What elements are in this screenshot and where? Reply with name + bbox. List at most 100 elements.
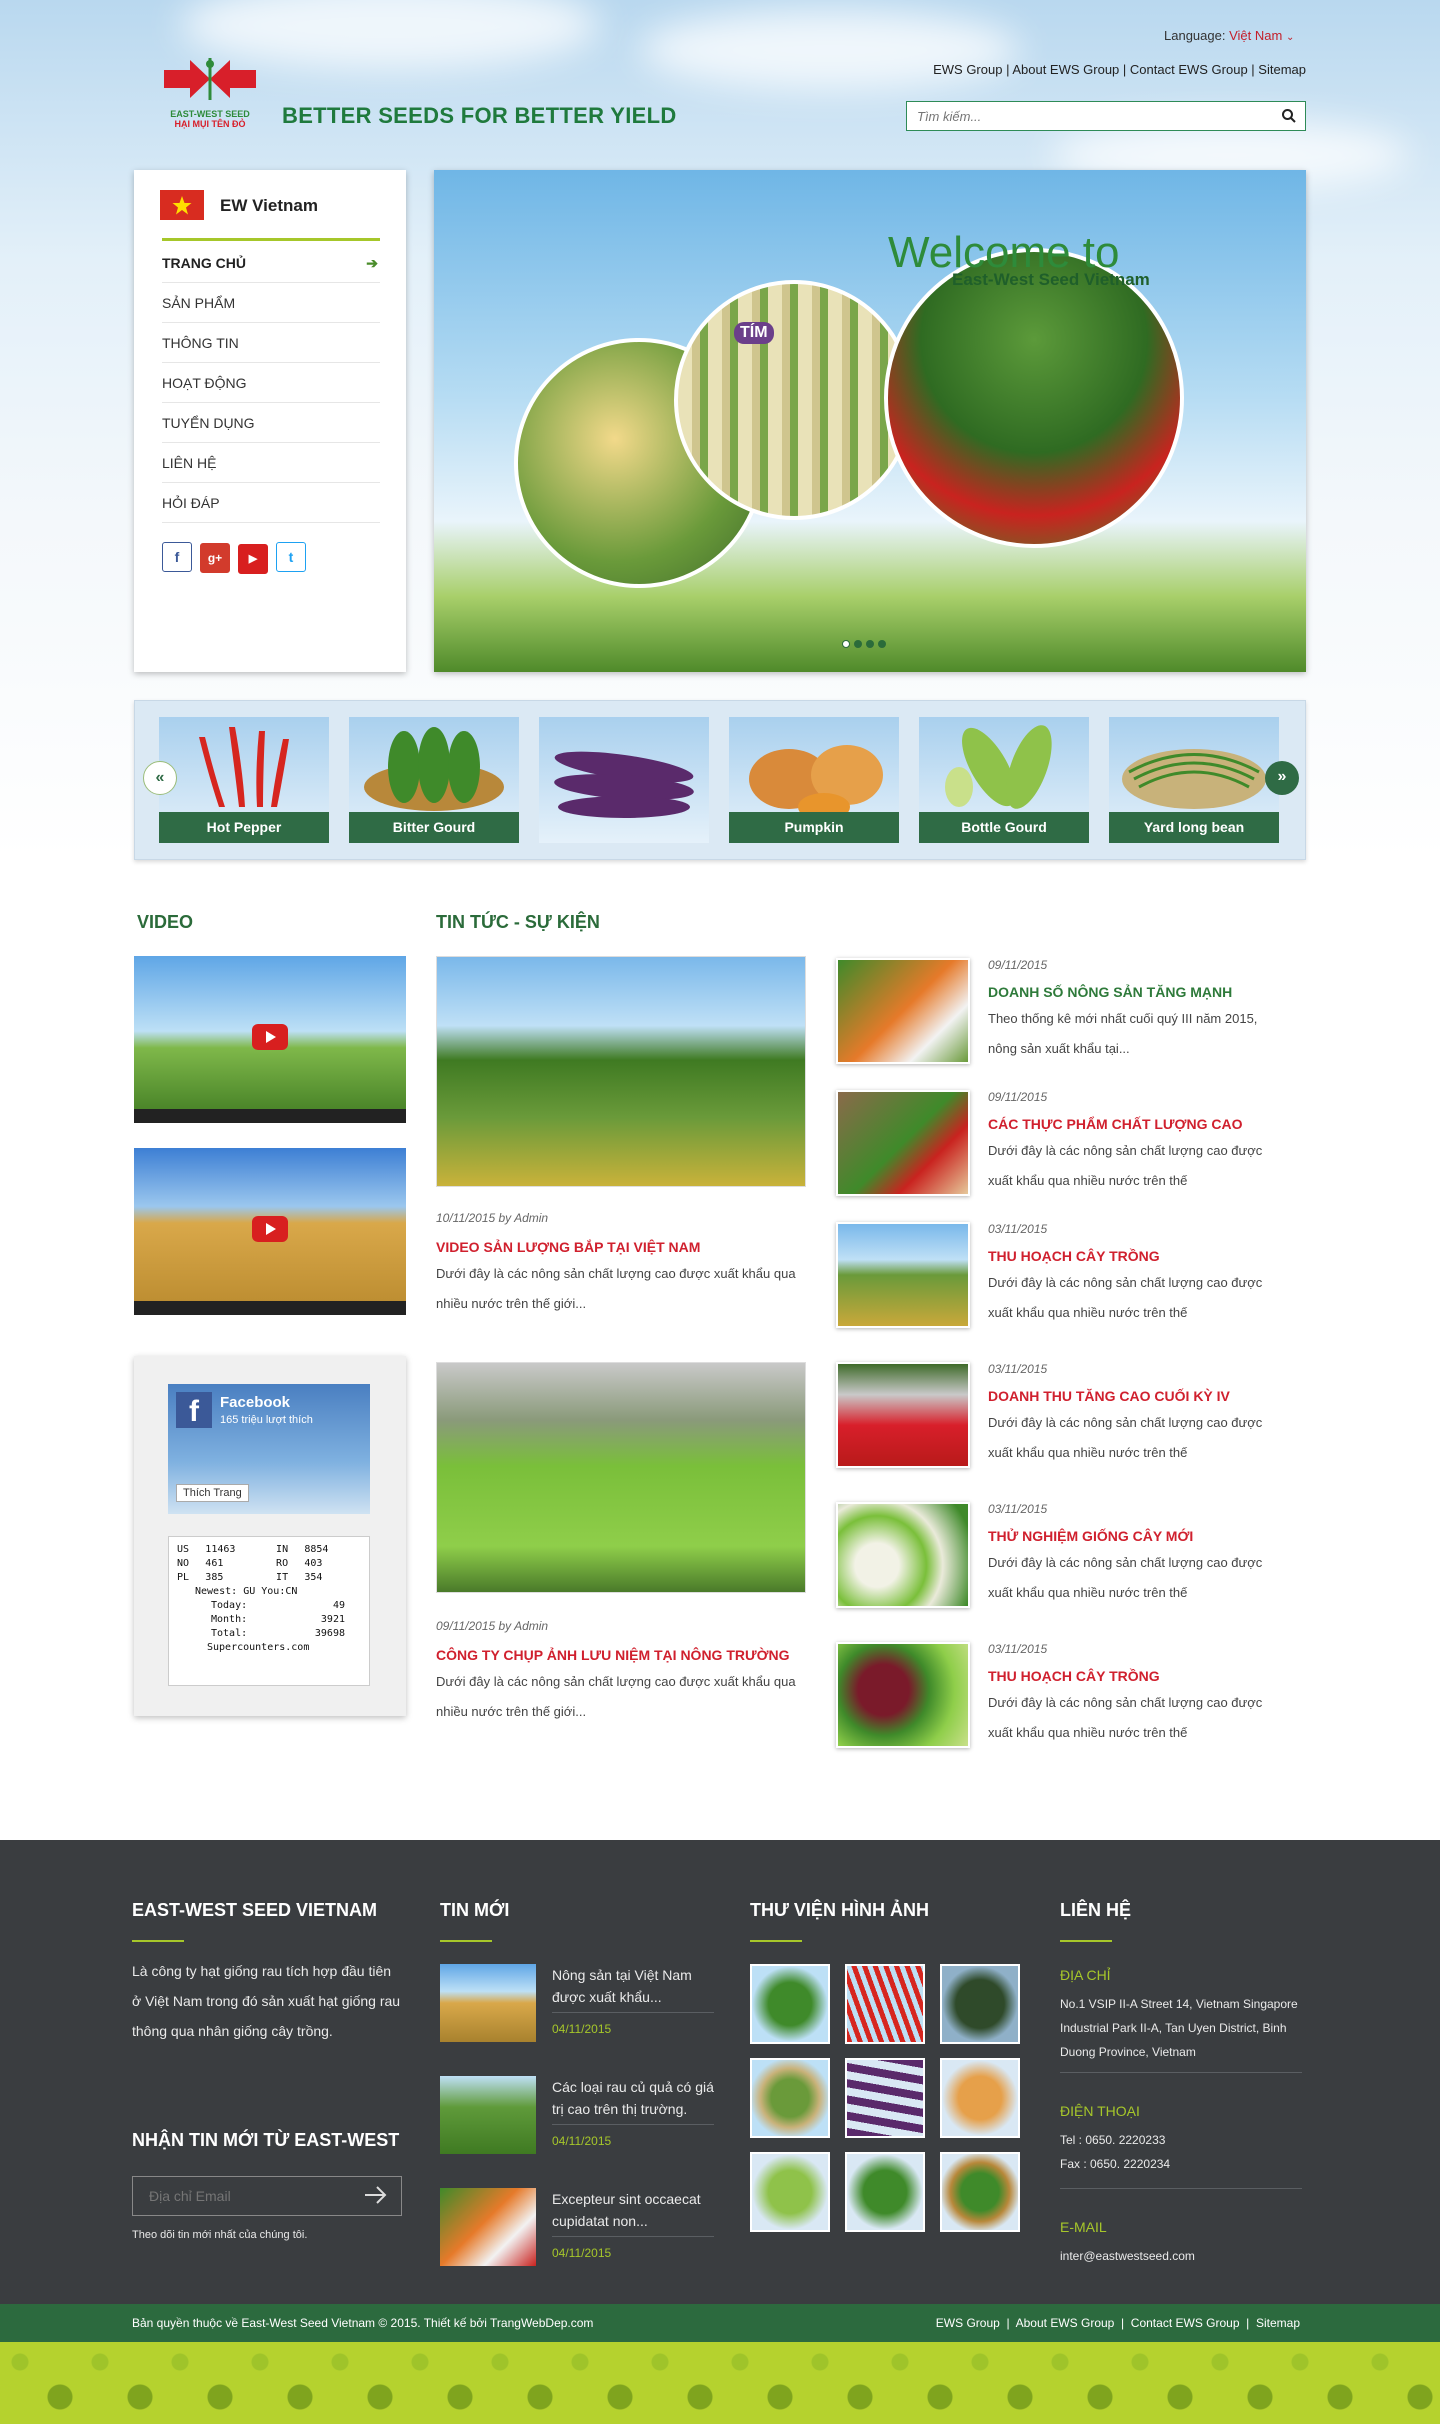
facebook-like-button[interactable]: Thích Trang xyxy=(176,1484,249,1502)
youtube-play-icon[interactable] xyxy=(252,1024,288,1050)
footer-news-title[interactable]: Nông sản tại Việt Nam được xuất khẩu... xyxy=(552,1964,714,2008)
hero-slider[interactable]: TÍM Welcome to East-West Seed Vietnam xyxy=(434,170,1306,672)
gallery-image[interactable] xyxy=(845,2152,925,2232)
visitor-counter[interactable]: US 11463 IN 8854 NO 461 RO 403 PL 385 IT 354 Newe… xyxy=(168,1536,370,1686)
newsletter-email-input[interactable] xyxy=(133,2177,353,2215)
menu-item-contact[interactable]: LIÊN HỆ xyxy=(162,443,380,483)
product-card[interactable]: Yard long bean xyxy=(1109,717,1279,843)
footer-news-thumb[interactable] xyxy=(440,1964,536,2042)
email-link[interactable]: inter@eastwestseed.com xyxy=(1060,2244,1195,2268)
gallery-image[interactable] xyxy=(940,2152,1020,2232)
footer-news-item[interactable]: Nông sản tại Việt Nam được xuất khẩu... … xyxy=(440,1964,714,2046)
link-sitemap[interactable]: Sitemap xyxy=(1258,62,1306,77)
product-card[interactable]: Bitter Gourd xyxy=(349,717,519,843)
google-plus-icon[interactable]: g+ xyxy=(200,543,230,573)
news-list-item[interactable]: 09/11/2015 DOANH SỐ NÔNG SẢN TĂNG MẠNH The… xyxy=(836,958,1276,1068)
footer-news-item[interactable]: Các loại rau củ quả có giá trị cao trên … xyxy=(440,2076,714,2158)
news-list-item[interactable]: 09/11/2015 CÁC THỰC PHẨM CHẤT LƯỢNG CAO Dư… xyxy=(836,1090,1276,1200)
news-image[interactable] xyxy=(436,1362,806,1593)
link-ews-group[interactable]: EWS Group xyxy=(933,62,1002,77)
counter-credit[interactable]: Supercounters.com xyxy=(177,1641,361,1655)
news-title[interactable]: VIDEO SẢN LƯỢNG BẮP TẠI VIỆT NAM xyxy=(436,1239,806,1255)
menu-item-products[interactable]: SẢN PHẨM xyxy=(162,283,380,323)
product-card[interactable] xyxy=(539,717,709,843)
logo[interactable]: EAST-WEST SEED HẠI MỤI TÊN ĐỎ xyxy=(160,56,260,129)
youtube-play-icon[interactable] xyxy=(252,1216,288,1242)
gallery-image[interactable] xyxy=(940,1964,1020,2044)
news-thumb[interactable] xyxy=(836,1222,970,1328)
facebook-icon[interactable]: f xyxy=(162,542,192,572)
news-thumb[interactable] xyxy=(836,1502,970,1608)
video-controls[interactable] xyxy=(134,1109,406,1123)
featured-news-2[interactable]: 09/11/2015 by Admin CÔNG TY CHỤP ẢNH LƯU… xyxy=(436,1362,806,1727)
footer-news-title[interactable]: Excepteur sint occaecat cupidatat non... xyxy=(552,2188,714,2232)
copyright-bar: Bản quyền thuộc về East-West Seed Vietna… xyxy=(0,2304,1440,2342)
slider-dot[interactable] xyxy=(878,640,886,648)
main-menu: TRANG CHỦ ➔ SẢN PHẨM THÔNG TIN HOẠT ĐỘNG … xyxy=(162,243,380,523)
menu-item-activities[interactable]: HOẠT ĐỘNG xyxy=(162,363,380,403)
gallery-image[interactable] xyxy=(940,2058,1020,2138)
link-sitemap[interactable]: Sitemap xyxy=(1256,2316,1300,2330)
news-thumb[interactable] xyxy=(836,958,970,1064)
language-selector[interactable]: Language: Việt Nam ⌄ xyxy=(1164,28,1294,43)
news-list-item[interactable]: 03/11/2015 DOANH THU TĂNG CAO CUỐI KỲ IV D… xyxy=(836,1362,1276,1472)
facebook-page-plugin[interactable]: f Facebook 165 triệu lượt thích Thích Tr… xyxy=(168,1384,370,1514)
slider-dot[interactable] xyxy=(866,640,874,648)
twitter-icon[interactable]: t xyxy=(276,542,306,572)
featured-news-1[interactable]: 10/11/2015 by Admin VIDEO SẢN LƯỢNG BẮP … xyxy=(436,956,806,1319)
menu-item-faq[interactable]: HỎI ĐÁP xyxy=(162,483,380,523)
gallery-image[interactable] xyxy=(845,2058,925,2138)
gallery-image[interactable] xyxy=(750,2152,830,2232)
product-card[interactable]: Hot Pepper xyxy=(159,717,329,843)
video-player-2[interactable] xyxy=(134,1148,406,1315)
gallery-image[interactable] xyxy=(845,1964,925,2044)
carousel-prev-button[interactable]: « xyxy=(143,761,177,795)
slider-dots xyxy=(842,635,890,653)
footer-news-item[interactable]: Excepteur sint occaecat cupidatat non...… xyxy=(440,2188,714,2270)
link-contact-ews[interactable]: Contact EWS Group xyxy=(1130,62,1248,77)
news-thumb[interactable] xyxy=(836,1642,970,1748)
search-input[interactable] xyxy=(907,102,1267,130)
menu-item-info[interactable]: THÔNG TIN xyxy=(162,323,380,363)
gallery-image[interactable] xyxy=(750,1964,830,2044)
video-controls[interactable] xyxy=(134,1301,406,1315)
news-date: 03/11/2015 xyxy=(988,1642,1048,1656)
product-card[interactable]: Bottle Gourd xyxy=(919,717,1089,843)
footer-news-thumb[interactable] xyxy=(440,2076,536,2154)
menu-label: HỎI ĐÁP xyxy=(162,495,220,511)
youtube-icon[interactable]: ▶ xyxy=(238,544,268,574)
news-title[interactable]: THU HOẠCH CÂY TRỒNG xyxy=(988,1248,1278,1264)
news-title[interactable]: DOANH SỐ NÔNG SẢN TĂNG MẠNH xyxy=(988,984,1278,1000)
slider-dot[interactable] xyxy=(854,640,862,648)
carousel-next-button[interactable]: » xyxy=(1265,761,1299,795)
slider-dot[interactable] xyxy=(842,640,850,648)
gallery-image[interactable] xyxy=(750,2058,830,2138)
menu-item-home[interactable]: TRANG CHỦ ➔ xyxy=(162,243,380,283)
news-image[interactable] xyxy=(436,956,806,1187)
social-links: f g+ ▶ t xyxy=(162,542,314,574)
country-count: 8854 xyxy=(304,1544,329,1555)
news-list-item[interactable]: 03/11/2015 THU HOẠCH CÂY TRỒNG Dưới đây là… xyxy=(836,1222,1276,1332)
logo-arrows-icon xyxy=(164,58,256,100)
news-title[interactable]: THỬ NGHIỆM GIỐNG CÂY MỚI xyxy=(988,1528,1278,1544)
search-icon[interactable] xyxy=(1281,108,1297,129)
news-thumb[interactable] xyxy=(836,1362,970,1468)
news-list-item[interactable]: 03/11/2015 THỬ NGHIỆM GIỐNG CÂY MỚI Dưới đ… xyxy=(836,1502,1276,1612)
news-title[interactable]: CÔNG TY CHỤP ẢNH LƯU NIỆM TẠI NÔNG TRƯỜN… xyxy=(436,1647,806,1663)
leaf-pattern-footer xyxy=(0,2342,1440,2424)
link-about-ews[interactable]: About EWS Group xyxy=(1012,62,1119,77)
product-card[interactable]: Pumpkin xyxy=(729,717,899,843)
video-player-1[interactable] xyxy=(134,956,406,1123)
news-thumb[interactable] xyxy=(836,1090,970,1196)
news-title[interactable]: CÁC THỰC PHẨM CHẤT LƯỢNG CAO xyxy=(988,1116,1278,1132)
footer-news-thumb[interactable] xyxy=(440,2188,536,2266)
menu-item-careers[interactable]: TUYỂN DỤNG xyxy=(162,403,380,443)
link-contact-ews[interactable]: Contact EWS Group xyxy=(1131,2316,1240,2330)
link-about-ews[interactable]: About EWS Group xyxy=(1016,2316,1115,2330)
news-title[interactable]: DOANH THU TĂNG CAO CUỐI KỲ IV xyxy=(988,1388,1278,1404)
news-title[interactable]: THU HOẠCH CÂY TRỒNG xyxy=(988,1668,1278,1684)
news-list-item[interactable]: 03/11/2015 THU HOẠCH CÂY TRỒNG Dưới đây là… xyxy=(836,1642,1276,1752)
link-ews-group[interactable]: EWS Group xyxy=(936,2316,1000,2330)
arrow-right-icon[interactable] xyxy=(363,2185,387,2210)
footer-news-title[interactable]: Các loại rau củ quả có giá trị cao trên … xyxy=(552,2076,714,2120)
